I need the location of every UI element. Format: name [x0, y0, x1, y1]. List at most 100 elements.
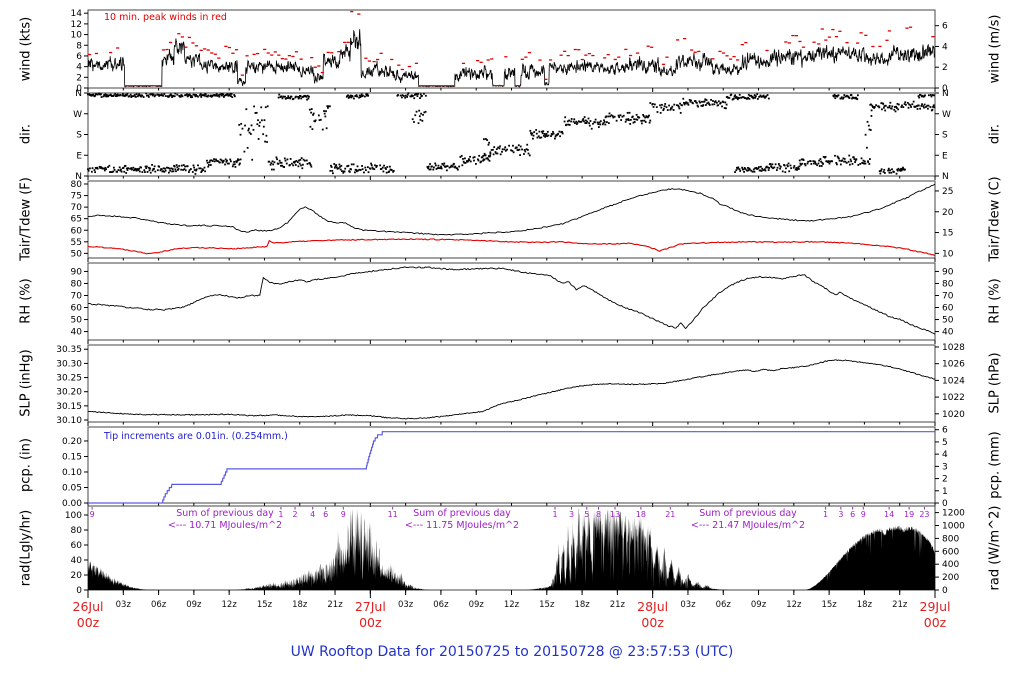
svg-text:15z: 15z	[257, 600, 273, 610]
svg-text:30.10: 30.10	[56, 416, 82, 426]
slp-right-axis-label: SLP (hPa)	[987, 352, 1003, 414]
svg-text:80: 80	[942, 279, 954, 289]
svg-text:1: 1	[942, 487, 948, 497]
svg-text:0.05: 0.05	[62, 483, 82, 493]
svg-text:6: 6	[942, 22, 948, 32]
svg-text:4: 4	[942, 450, 948, 460]
svg-text:14: 14	[884, 510, 894, 519]
svg-text:S: S	[942, 131, 948, 141]
svg-text:30.20: 30.20	[56, 388, 82, 398]
svg-text:40: 40	[71, 328, 83, 338]
svg-text:65: 65	[71, 215, 82, 225]
svg-text:1000: 1000	[942, 522, 965, 532]
svg-text:25: 25	[942, 187, 953, 197]
wind-peak-note: 10 min. peak winds in red	[104, 12, 227, 23]
svg-text:20: 20	[71, 571, 83, 581]
svg-text:2: 2	[942, 475, 948, 485]
svg-text:09z: 09z	[751, 600, 767, 610]
rad-sum-day3-line2: <--- 21.47 MJoules/m^2	[690, 520, 806, 531]
svg-text:0: 0	[942, 499, 948, 509]
rh-right-axis-label: RH (%)	[987, 278, 1003, 324]
svg-text:60: 60	[71, 226, 83, 236]
svg-text:9: 9	[341, 510, 346, 519]
svg-text:30.35: 30.35	[56, 345, 82, 355]
svg-text:2: 2	[942, 63, 948, 73]
svg-text:80: 80	[71, 180, 83, 190]
svg-text:W: W	[73, 110, 82, 120]
rad-sum-day2-line2: <--- 11.75 MJoules/m^2	[404, 520, 520, 531]
svg-text:14: 14	[71, 9, 83, 19]
svg-text:09z: 09z	[186, 600, 202, 610]
svg-text:90: 90	[942, 267, 954, 277]
svg-text:60: 60	[71, 541, 83, 551]
svg-text:18: 18	[636, 510, 646, 519]
svg-text:27Jul: 27Jul	[355, 599, 386, 614]
svg-text:03z: 03z	[398, 600, 414, 610]
svg-text:10: 10	[71, 31, 83, 41]
rad-sum-day2-line1: Sum of previous day	[413, 508, 511, 519]
svg-text:00z: 00z	[77, 615, 100, 630]
svg-text:0.10: 0.10	[62, 468, 82, 478]
rad-sum-day2: Sum of previous day <--- 11.75 MJoules/m…	[372, 508, 552, 532]
svg-text:28Jul: 28Jul	[637, 599, 668, 614]
svg-text:12z: 12z	[786, 600, 802, 610]
slp-left-axis-label: SLP (inHg)	[18, 349, 34, 417]
svg-text:1028: 1028	[942, 343, 965, 353]
svg-text:9: 9	[90, 510, 95, 519]
svg-text:21z: 21z	[327, 600, 343, 610]
svg-text:6: 6	[942, 426, 948, 436]
svg-text:400: 400	[942, 560, 959, 570]
svg-text:30.30: 30.30	[56, 359, 82, 369]
svg-text:60: 60	[942, 304, 954, 314]
svg-text:6: 6	[76, 52, 82, 62]
rad-sum-day3-line1: Sum of previous day	[699, 508, 797, 519]
svg-text:0.15: 0.15	[62, 452, 82, 462]
svg-text:E: E	[942, 151, 948, 161]
svg-text:70: 70	[71, 291, 83, 301]
svg-text:40: 40	[71, 556, 83, 566]
svg-text:1: 1	[552, 510, 557, 519]
svg-text:200: 200	[942, 573, 959, 583]
rad-sum-day3: Sum of previous day <--- 21.47 MJoules/m…	[658, 508, 838, 532]
svg-text:06z: 06z	[716, 600, 732, 610]
svg-text:0: 0	[76, 586, 82, 596]
svg-text:E: E	[76, 151, 82, 161]
svg-text:12z: 12z	[504, 600, 520, 610]
rad-sum-day1-line2: <--- 10.71 MJoules/m^2	[167, 520, 283, 531]
svg-text:20: 20	[942, 208, 954, 218]
svg-text:W: W	[942, 110, 951, 120]
chart-canvas: 024681012140246NWSENNWSEN505560657075801…	[56, 9, 965, 630]
wind-right-axis-label: wind (m/s)	[987, 14, 1003, 84]
svg-text:5: 5	[584, 510, 589, 519]
svg-text:N: N	[942, 89, 949, 99]
svg-text:50: 50	[942, 316, 954, 326]
pcp-right-axis-label: pcp. (mm)	[987, 431, 1003, 499]
svg-text:0.00: 0.00	[62, 499, 82, 509]
svg-text:75: 75	[71, 192, 82, 202]
svg-text:40: 40	[942, 328, 954, 338]
svg-text:18z: 18z	[574, 600, 590, 610]
svg-text:600: 600	[942, 547, 959, 557]
svg-text:N: N	[942, 172, 949, 182]
svg-text:26Jul: 26Jul	[73, 599, 104, 614]
svg-text:19: 19	[904, 510, 914, 519]
svg-text:6: 6	[850, 510, 855, 519]
svg-text:60: 60	[71, 304, 83, 314]
pcp-tip-note: Tip increments are 0.01in. (0.254mm.)	[104, 431, 288, 442]
svg-text:30.25: 30.25	[56, 374, 82, 384]
svg-text:100: 100	[65, 511, 82, 521]
temp-left-axis-label: Tair/Tdew (F)	[18, 177, 34, 261]
svg-text:S: S	[76, 131, 82, 141]
svg-text:23: 23	[919, 510, 929, 519]
dir-left-axis-label: dir.	[18, 123, 34, 145]
svg-text:55: 55	[71, 238, 82, 248]
svg-text:800: 800	[942, 534, 959, 544]
svg-text:N: N	[75, 89, 82, 99]
svg-text:70: 70	[942, 291, 954, 301]
svg-text:29Jul: 29Jul	[920, 599, 951, 614]
svg-text:1020: 1020	[942, 410, 965, 420]
svg-text:03z: 03z	[680, 600, 696, 610]
svg-text:15z: 15z	[539, 600, 555, 610]
svg-text:21z: 21z	[610, 600, 626, 610]
svg-text:13: 13	[610, 510, 620, 519]
